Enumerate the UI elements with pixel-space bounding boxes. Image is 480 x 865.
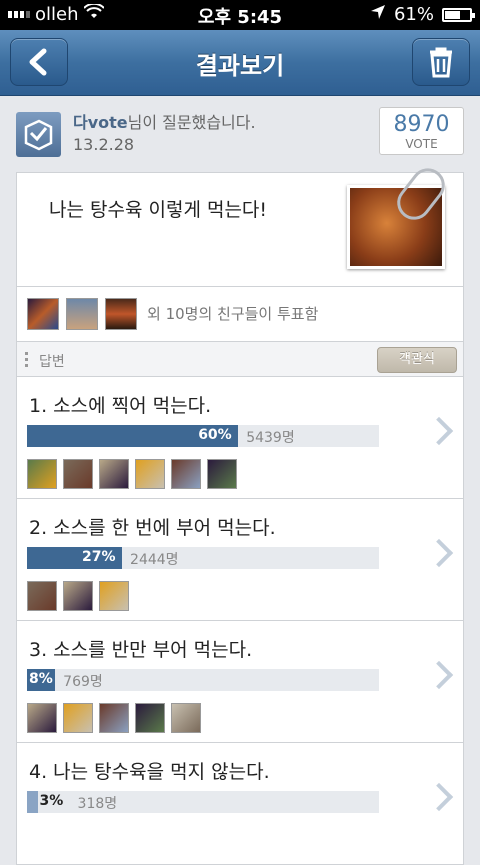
option-label: 4. 나는 탕수육을 먹지 않는다. <box>29 761 270 783</box>
grip-icon <box>25 352 28 368</box>
objective-button[interactable]: 객관식 <box>377 347 457 373</box>
progress-track: 27% 2444명 <box>27 547 379 569</box>
question-card: 나는 탕수육 이렇게 먹는다! <box>16 172 464 287</box>
trash-icon <box>430 47 452 78</box>
option-count: 2444명 <box>130 552 179 568</box>
friend-avatars <box>27 298 137 330</box>
delete-button[interactable] <box>412 38 470 86</box>
asker-logo-icon <box>16 112 61 157</box>
option-percent: 60% <box>198 427 232 443</box>
avatar[interactable] <box>63 459 93 489</box>
voter-avatars <box>27 459 237 489</box>
avatar <box>66 298 98 330</box>
avatar[interactable] <box>135 459 165 489</box>
avatar[interactable] <box>27 703 57 733</box>
voter-avatars <box>27 703 201 733</box>
nav-bar: 결과보기 <box>0 30 480 96</box>
option-count: 5439명 <box>246 430 295 446</box>
option-row[interactable]: 4. 나는 탕수육을 먹지 않는다. 3% 318명 <box>16 743 464 865</box>
chevron-right-icon <box>424 782 454 812</box>
status-bar: olleh 오후 5:45 61% <box>0 0 480 30</box>
asker-suffix: 님이 질문했습니다. <box>127 113 256 132</box>
avatar[interactable] <box>99 703 129 733</box>
chevron-right-icon <box>424 538 454 568</box>
avatar[interactable] <box>63 581 93 611</box>
asker-text: 다vote님이 질문했습니다. 13.2.28 <box>73 112 256 157</box>
asker-info: 다vote님이 질문했습니다. 13.2.28 <box>16 112 256 157</box>
vote-count-badge: 8970 VOTE <box>379 107 464 155</box>
answers-label: 답변 <box>39 354 65 370</box>
avatar[interactable] <box>207 459 237 489</box>
progress-track: 8% 769명 <box>27 669 379 691</box>
avatar <box>27 298 59 330</box>
option-label: 3. 소스를 반만 부어 먹는다. <box>29 639 253 661</box>
battery-fill <box>445 10 460 19</box>
progress-track: 3% 318명 <box>27 791 379 813</box>
status-right: 61% <box>370 4 475 25</box>
option-label: 1. 소스에 찍어 먹는다. <box>29 395 212 417</box>
avatar[interactable] <box>171 459 201 489</box>
page-title: 결과보기 <box>195 52 285 80</box>
option-count: 318명 <box>77 796 118 812</box>
progress-bar <box>27 791 38 813</box>
battery-icon <box>442 7 475 22</box>
avatar[interactable] <box>99 459 129 489</box>
option-row[interactable]: 2. 소스를 한 번에 부어 먹는다. 27% 2444명 <box>16 499 464 621</box>
vote-count: 8970 <box>393 112 450 137</box>
asker-name[interactable]: 다vote <box>73 113 128 132</box>
option-percent: 27% <box>82 549 116 565</box>
avatar[interactable] <box>27 581 57 611</box>
avatar[interactable] <box>171 703 201 733</box>
battery-percent: 61% <box>393 4 434 25</box>
avatar[interactable] <box>99 581 129 611</box>
chevron-right-icon <box>424 660 454 690</box>
option-row[interactable]: 1. 소스에 찍어 먹는다. 60% 5439명 <box>16 377 464 499</box>
avatar[interactable] <box>135 703 165 733</box>
location-icon <box>370 4 386 25</box>
voter-avatars <box>27 581 129 611</box>
friends-voted-text: 외 10명의 친구들이 투표함 <box>147 305 319 323</box>
option-label: 2. 소스를 한 번에 부어 먹는다. <box>29 517 276 539</box>
vote-label: VOTE <box>405 137 438 151</box>
avatar <box>105 298 137 330</box>
chevron-right-icon <box>424 416 454 446</box>
option-percent: 8% <box>29 671 53 687</box>
avatar[interactable] <box>63 703 93 733</box>
avatar[interactable] <box>27 459 57 489</box>
question-text: 나는 탕수육 이렇게 먹는다! <box>49 199 268 221</box>
progress-track: 60% 5439명 <box>27 425 379 447</box>
asker-date: 13.2.28 <box>73 135 135 154</box>
answers-header: 답변 객관식 <box>16 341 464 377</box>
option-count: 769명 <box>63 674 103 690</box>
option-row[interactable]: 3. 소스를 반만 부어 먹는다. 8% 769명 <box>16 621 464 743</box>
option-percent: 3% <box>39 793 64 809</box>
result-content: 다vote님이 질문했습니다. 13.2.28 8970 VOTE 나는 탕수육… <box>0 96 480 865</box>
friends-card[interactable]: 외 10명의 친구들이 투표함 <box>16 286 464 342</box>
